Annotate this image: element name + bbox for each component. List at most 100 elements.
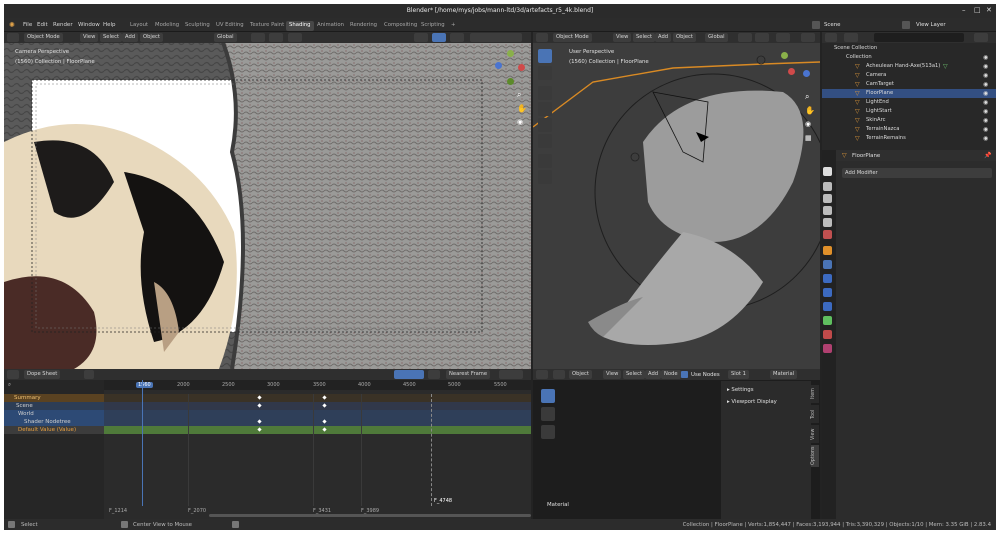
snap-icon[interactable]: [269, 33, 283, 42]
select-menu[interactable]: Select: [100, 33, 123, 42]
gizmo-y-axis-icon[interactable]: [781, 52, 788, 59]
gizmo-neg-y-icon[interactable]: [507, 78, 514, 85]
camera-toggle-icon[interactable]: ◉: [805, 120, 811, 128]
material-tab-icon[interactable]: [823, 330, 832, 339]
scene-tab-icon[interactable]: [823, 218, 832, 227]
visibility-eye-icon[interactable]: ◉: [983, 99, 988, 106]
outliner-search-input[interactable]: [874, 33, 964, 42]
annotate-tool-icon[interactable]: [541, 407, 555, 421]
slot-dropdown[interactable]: Slot 1: [728, 370, 749, 379]
move-tool-icon[interactable]: [538, 86, 552, 100]
tab-modeling[interactable]: Modeling: [152, 21, 182, 31]
constraints-tab-icon[interactable]: [823, 302, 832, 311]
world-tab-icon[interactable]: [823, 230, 832, 239]
menu-help[interactable]: Help: [103, 22, 116, 28]
editor-type-button[interactable]: [7, 33, 19, 42]
camera-viewport[interactable]: Object Mode View Select Add Object Globa…: [4, 32, 531, 369]
particles-tab-icon[interactable]: [823, 274, 832, 283]
current-frame-indicator[interactable]: 1560: [136, 382, 153, 388]
add-menu[interactable]: Add: [655, 33, 672, 42]
close-button[interactable]: ✕: [986, 6, 992, 14]
proportional-edit-icon[interactable]: [499, 370, 523, 379]
pin-icon[interactable]: 📌: [984, 152, 991, 159]
editor-type-button[interactable]: [536, 33, 548, 42]
overlay-icon[interactable]: [450, 33, 464, 42]
tab-shading[interactable]: Shading: [286, 21, 314, 31]
outliner-item[interactable]: TerrainRemains: [822, 134, 980, 143]
world-channel[interactable]: World: [4, 410, 104, 418]
scene-collection-row[interactable]: Scene Collection: [822, 44, 980, 53]
fcurve-channel[interactable]: Default Value (Value): [4, 426, 104, 434]
view-menu[interactable]: View: [80, 33, 99, 42]
editor-type-button[interactable]: [825, 33, 837, 42]
visibility-eye-icon[interactable]: ◉: [983, 117, 988, 124]
use-nodes-checkbox[interactable]: [681, 371, 688, 378]
measure-tool-icon[interactable]: [538, 170, 552, 184]
shading-mode-buttons[interactable]: [470, 33, 522, 42]
camera-toggle-icon[interactable]: ◉: [517, 118, 523, 126]
proportional-icon[interactable]: [288, 33, 302, 42]
tab-compositing[interactable]: Compositing: [381, 21, 420, 31]
editor-type-button[interactable]: [536, 370, 548, 379]
outliner-item[interactable]: LightEnd: [822, 98, 980, 107]
links-cut-tool-icon[interactable]: [541, 425, 555, 439]
view-menu[interactable]: View: [613, 33, 632, 42]
visibility-eye-icon[interactable]: ◉: [983, 63, 988, 70]
collection-row[interactable]: Collection: [822, 53, 980, 62]
tab-view[interactable]: View: [811, 425, 819, 443]
tab-rendering[interactable]: Rendering: [347, 21, 380, 31]
tab-options[interactable]: Options: [811, 445, 819, 467]
editor-type-button[interactable]: [7, 370, 19, 379]
outliner-item[interactable]: Acheulean Hand-Axe(513a1): [822, 62, 980, 71]
view-layer-tab-icon[interactable]: [823, 206, 832, 215]
modifier-tab-icon[interactable]: [823, 260, 832, 269]
add-modifier-dropdown[interactable]: Add Modifier: [842, 168, 992, 178]
object-menu[interactable]: Object: [673, 33, 696, 42]
zoom-icon[interactable]: ⌕: [517, 90, 521, 100]
select-tool-icon[interactable]: [541, 389, 555, 403]
user-viewport[interactable]: Object Mode View Select Add Object Globa…: [533, 32, 820, 369]
gizmo-y-axis-icon[interactable]: [507, 50, 514, 57]
add-workspace-button[interactable]: +: [448, 21, 458, 31]
only-selected-icon[interactable]: [394, 370, 424, 379]
filter-icon[interactable]: [974, 33, 988, 42]
menu-toggle-icon[interactable]: [84, 370, 94, 379]
tab-uv-editing[interactable]: UV Editing: [213, 21, 247, 31]
visibility-icon[interactable]: [801, 33, 815, 42]
rotate-tool-icon[interactable]: [538, 102, 552, 116]
object-menu[interactable]: Object: [140, 33, 163, 42]
outliner-item[interactable]: LightStart: [822, 107, 980, 116]
visibility-icon[interactable]: [414, 33, 428, 42]
orientation-dropdown[interactable]: Global: [214, 33, 237, 42]
settings-panel-header[interactable]: ▸ Settings: [727, 387, 754, 393]
horizontal-scrollbar[interactable]: [209, 514, 531, 517]
visibility-eye-icon[interactable]: ◉: [983, 72, 988, 79]
pan-icon[interactable]: ✋: [517, 104, 527, 113]
orientation-dropdown[interactable]: Global: [705, 33, 728, 42]
data-tab-icon[interactable]: [823, 316, 832, 325]
view-layer-name[interactable]: View Layer: [916, 22, 946, 28]
menu-edit[interactable]: Edit: [37, 22, 48, 28]
search-icon[interactable]: ⌕: [8, 382, 11, 389]
grid-icon[interactable]: ▦: [805, 134, 812, 142]
summary-channel[interactable]: Summary: [4, 394, 104, 402]
viewport-display-panel-header[interactable]: ▸ Viewport Display: [727, 399, 777, 405]
gizmo-x-axis-icon[interactable]: [518, 64, 525, 71]
visibility-eye-icon[interactable]: ◉: [983, 90, 988, 97]
visibility-eye-icon[interactable]: ◉: [983, 126, 988, 133]
menu-window[interactable]: Window: [78, 22, 100, 28]
shader-editor[interactable]: Object View Select Add Node Use Nodes Sl…: [533, 369, 820, 519]
scale-tool-icon[interactable]: [538, 118, 552, 132]
gizmo-z-axis-icon[interactable]: [495, 62, 502, 69]
visibility-eye-icon[interactable]: ◉: [983, 54, 988, 61]
outliner-item[interactable]: TerrainNazca: [822, 125, 980, 134]
visibility-eye-icon[interactable]: ◉: [983, 135, 988, 142]
pan-icon[interactable]: ✋: [805, 106, 815, 115]
proportional-icon[interactable]: [776, 33, 790, 42]
visibility-eye-icon[interactable]: ◉: [983, 81, 988, 88]
pivot-icon[interactable]: [251, 33, 265, 42]
output-tab-icon[interactable]: [823, 194, 832, 203]
marker-label[interactable]: F_2070: [188, 508, 206, 514]
snap-icon[interactable]: [755, 33, 769, 42]
zoom-icon[interactable]: ⌕: [805, 92, 809, 102]
